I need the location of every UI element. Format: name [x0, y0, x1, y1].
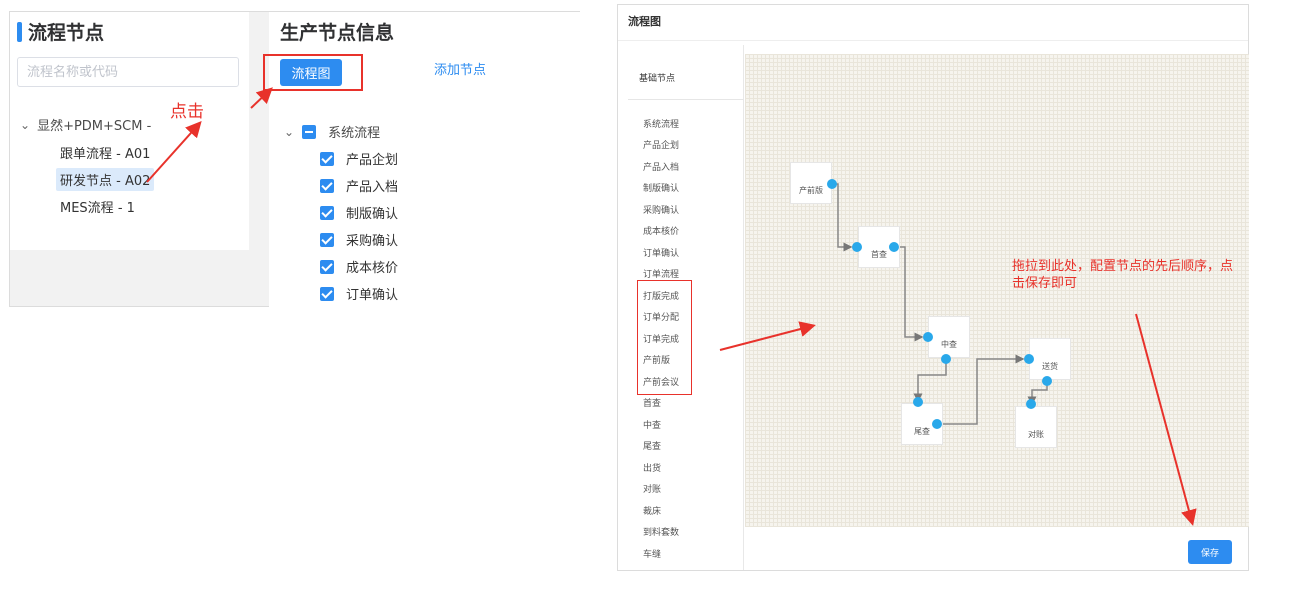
flow-chart-button[interactable]: 流程图 [280, 59, 342, 86]
indeterminate-checkbox[interactable] [302, 124, 317, 139]
flow-node-reconcile[interactable]: 对账 [1015, 406, 1057, 448]
flow-node-label: 送货 [1042, 362, 1058, 371]
check-item-label: 产品入档 [346, 180, 399, 195]
production-node-info-panel: 生产节点信息 流程图 添加节点 ⌄ 系统流程 产品企划 产品入档 制版确认 采购… [263, 12, 580, 308]
add-node-link[interactable]: 添加节点 [434, 59, 486, 78]
node-item[interactable]: 车缝 [643, 547, 661, 560]
tree-item-a02[interactable]: 研发节点 - A02 [56, 168, 155, 191]
flow-node-delivery[interactable]: 送货 [1029, 338, 1071, 380]
flow-node-label: 产前版 [799, 186, 823, 195]
info-panel-title: 生产节点信息 [280, 22, 395, 44]
flow-node-mid-check[interactable]: 中查 [928, 316, 970, 358]
left-screenshot: 流程节点 ⌄ 显然+PDM+SCM - 跟单流程 - A01 研发节点 - A0… [9, 11, 580, 308]
tree-item-a01[interactable]: 跟单流程 - A01 [56, 141, 154, 164]
check-item-label: 产品企划 [346, 153, 399, 168]
port-dot[interactable] [923, 332, 933, 342]
check-item-label: 成本核价 [346, 261, 399, 276]
click-annotation: 点击 [170, 102, 204, 122]
flow-node-pre-production[interactable]: 产前版 [790, 162, 832, 204]
node-list-title: 基础节点 [639, 74, 676, 84]
drag-annotation: 拖拉到此处，配置节点的先后顺序，点击保存即可 [1012, 259, 1234, 291]
node-item[interactable]: 成本核价 [643, 224, 679, 237]
node-item[interactable]: 产品企划 [643, 138, 679, 151]
port-dot[interactable] [941, 354, 951, 364]
port-dot[interactable] [1024, 354, 1034, 364]
system-flow-group[interactable]: ⌄ 系统流程 [284, 122, 380, 141]
node-item[interactable]: 订单确认 [643, 246, 679, 259]
flow-node-label: 对账 [1028, 430, 1044, 439]
tree-item-mes[interactable]: MES流程 - 1 [56, 195, 139, 218]
node-item[interactable]: 产品入档 [643, 160, 679, 173]
flow-chart-title: 流程图 [628, 15, 661, 28]
check-item-label: 采购确认 [346, 234, 399, 249]
connector-line [913, 359, 947, 403]
flow-chart-header: 流程图 [618, 5, 1248, 41]
port-dot[interactable] [827, 179, 837, 189]
checkbox[interactable] [320, 178, 334, 193]
port-dot[interactable] [1042, 376, 1052, 386]
flow-node-label: 中查 [941, 340, 957, 349]
checkbox[interactable] [320, 232, 334, 247]
check-item[interactable]: 订单确认 [320, 284, 398, 303]
tree-panel-title: 流程节点 [17, 18, 104, 45]
node-item[interactable]: 对账 [643, 482, 661, 495]
connector-line [832, 183, 853, 252]
check-item[interactable]: 产品入档 [320, 176, 398, 195]
tree-root[interactable]: ⌄ 显然+PDM+SCM - [20, 115, 152, 135]
node-item[interactable]: 到料套数 [643, 525, 679, 538]
search-input[interactable] [17, 57, 239, 87]
check-item-label: 订单确认 [346, 288, 399, 303]
flow-node-tree-panel: 流程节点 ⌄ 显然+PDM+SCM - 跟单流程 - A01 研发节点 - A0… [10, 12, 249, 250]
port-dot[interactable] [932, 419, 942, 429]
port-dot[interactable] [889, 242, 899, 252]
node-item[interactable]: 裁床 [643, 504, 661, 517]
node-item[interactable]: 尾查 [643, 439, 661, 452]
checkbox[interactable] [320, 151, 334, 166]
title-accent-bar [17, 21, 22, 42]
check-item[interactable]: 产品企划 [320, 149, 398, 168]
checkbox[interactable] [320, 286, 334, 301]
node-item[interactable]: 中查 [643, 418, 661, 431]
chevron-down-icon[interactable]: ⌄ [284, 125, 294, 139]
node-highlight-box [637, 280, 692, 395]
save-button[interactable]: 保存 [1188, 540, 1232, 564]
check-item[interactable]: 采购确认 [320, 230, 398, 249]
node-item[interactable]: 首查 [643, 396, 661, 409]
tree-panel-title-text: 流程节点 [28, 22, 105, 44]
port-dot[interactable] [913, 397, 923, 407]
port-dot[interactable] [1026, 399, 1036, 409]
system-flow-label: 系统流程 [328, 126, 381, 141]
flow-node-label: 尾查 [914, 427, 930, 436]
flow-node-label: 首查 [871, 250, 887, 259]
checkbox[interactable] [320, 259, 334, 274]
divider [628, 99, 744, 100]
port-dot[interactable] [852, 242, 862, 252]
node-item[interactable]: 出货 [643, 461, 661, 474]
chevron-down-icon[interactable]: ⌄ [20, 118, 30, 132]
node-item[interactable]: 采购确认 [643, 203, 679, 216]
tree-root-label: 显然+PDM+SCM - [37, 119, 152, 134]
check-item-label: 制版确认 [346, 207, 399, 222]
check-item[interactable]: 成本核价 [320, 257, 398, 276]
node-item[interactable]: 系统流程 [643, 117, 679, 130]
node-item[interactable]: 制版确认 [643, 181, 679, 194]
node-item[interactable]: 订单流程 [643, 267, 679, 280]
check-item[interactable]: 制版确认 [320, 203, 398, 222]
checkbox[interactable] [320, 205, 334, 220]
connector-line [938, 354, 1025, 425]
